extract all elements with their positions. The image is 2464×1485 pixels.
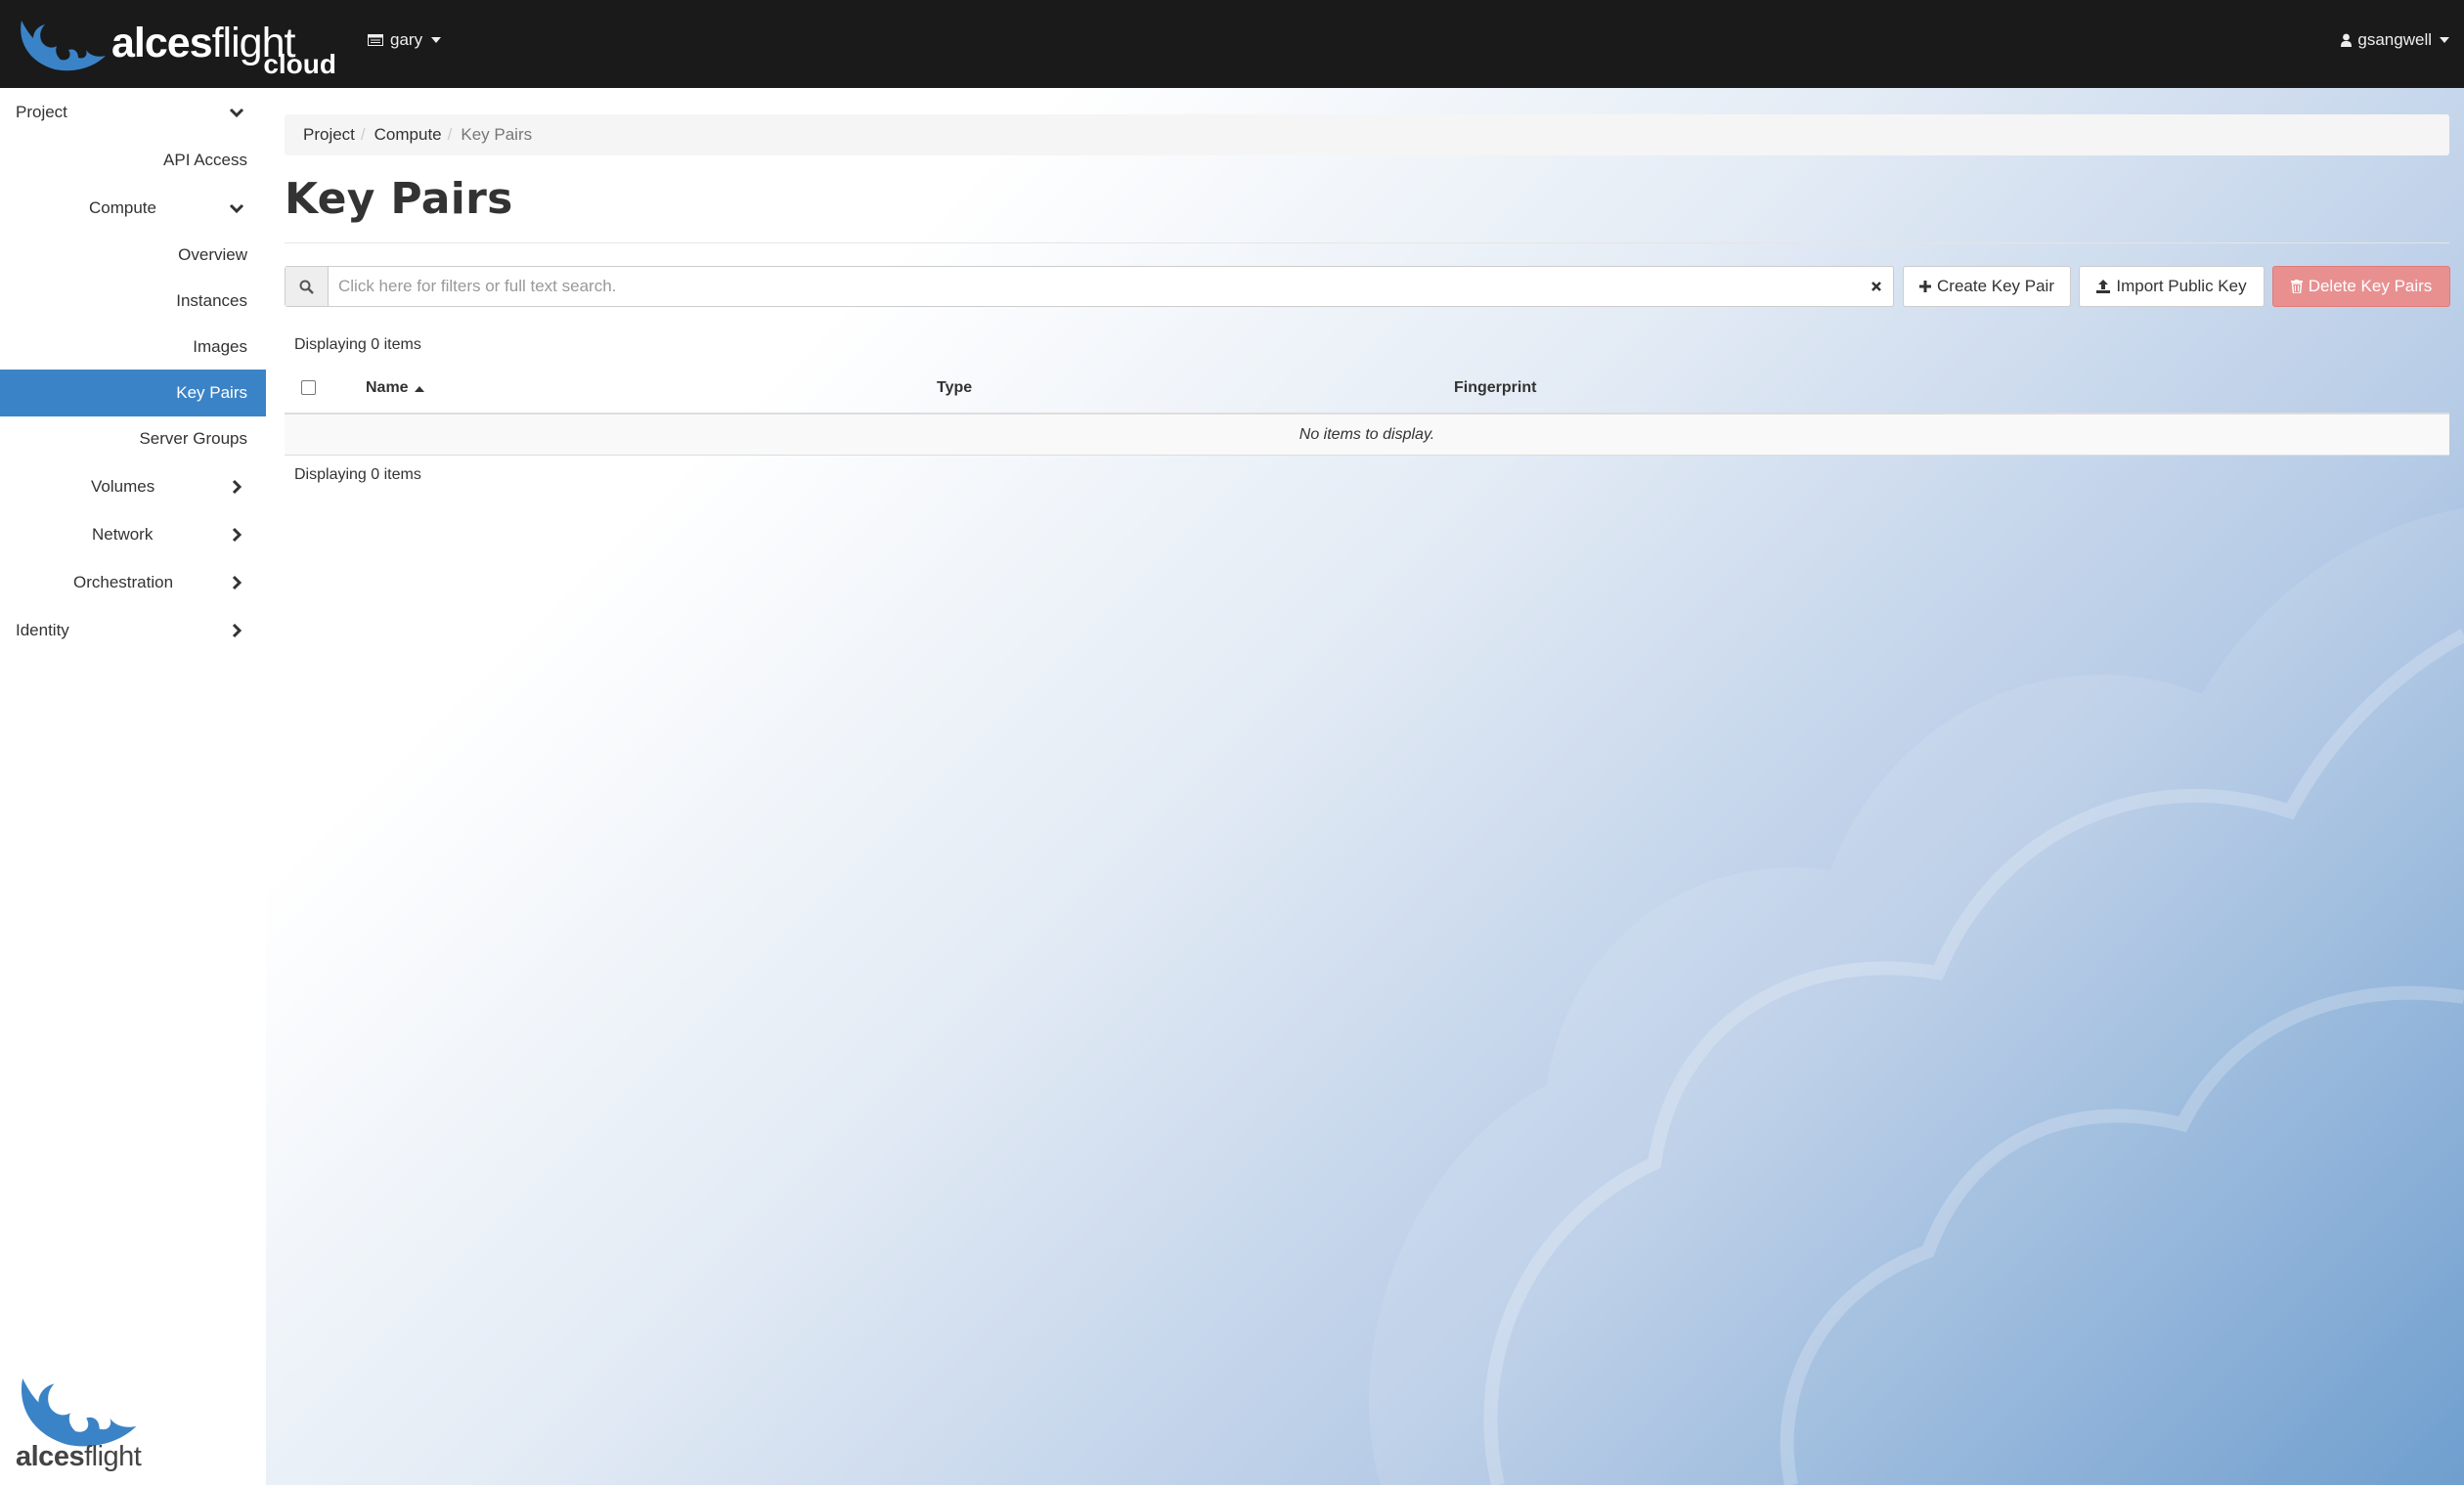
sort-ascending-icon	[414, 385, 424, 392]
page-title: Key Pairs	[285, 174, 513, 224]
window-icon	[368, 34, 383, 46]
sidebar-item-label: Project	[16, 103, 67, 121]
item-count: Displaying 0 items	[294, 336, 421, 353]
brand-wordmark: alcesflight cloud	[111, 20, 336, 79]
search-icon	[299, 280, 314, 294]
column-header-fingerprint[interactable]: Fingerprint	[1454, 379, 1536, 397]
chevron-right-icon	[232, 479, 242, 495]
sidebar-item-instances[interactable]: Instances	[0, 278, 266, 325]
create-key-pair-label: Create Key Pair	[1937, 277, 2054, 295]
sidebar-item-network[interactable]: Network	[0, 511, 266, 558]
chevron-right-icon	[232, 623, 242, 638]
breadcrumb-separator: /	[447, 125, 453, 144]
sidebar-item-compute[interactable]: Compute	[0, 185, 266, 232]
item-count-footer: Displaying 0 items	[294, 466, 421, 483]
sidebar-item-label: Volumes	[91, 477, 155, 496]
project-name: gary	[390, 30, 423, 49]
brand-logo[interactable]: alcesflight cloud	[16, 10, 336, 79]
user-dropdown[interactable]: gsangwell	[2341, 30, 2449, 50]
sidebar-item-key-pairs[interactable]: Key Pairs	[0, 370, 266, 416]
column-header-type[interactable]: Type	[937, 379, 972, 397]
sidebar-item-label: Orchestration	[73, 573, 174, 591]
delete-key-pairs-button[interactable]: Delete Key Pairs	[2272, 266, 2450, 307]
select-all-checkbox[interactable]	[301, 380, 316, 395]
empty-table-message: No items to display.	[285, 415, 2449, 456]
sidebar-item-label: Compute	[89, 198, 156, 217]
breadcrumb: Project / Compute / Key Pairs	[285, 114, 2449, 155]
close-icon	[1871, 282, 1881, 291]
title-divider	[285, 242, 2449, 243]
search-input[interactable]	[329, 267, 1860, 306]
caret-down-icon	[2440, 37, 2449, 43]
footer-wordmark: alcesflight	[16, 1441, 142, 1472]
sidebar-item-label: Instances	[176, 291, 247, 310]
sidebar-item-label: Network	[92, 525, 154, 544]
sidebar-item-images[interactable]: Images	[0, 324, 266, 371]
chevron-right-icon	[232, 527, 242, 543]
chevron-down-icon	[229, 203, 244, 214]
breadcrumb-separator: /	[360, 125, 366, 144]
project-dropdown[interactable]: gary	[368, 30, 442, 50]
antler-logo-icon	[21, 21, 106, 71]
sidebar-item-overview[interactable]: Overview	[0, 232, 266, 279]
chevron-down-icon	[229, 108, 244, 118]
sidebar: Project API Access Compute Overview Inst…	[0, 88, 266, 1485]
sidebar-item-label: Key Pairs	[176, 383, 247, 402]
trash-icon	[2290, 280, 2303, 293]
import-public-key-label: Import Public Key	[2116, 277, 2247, 295]
sidebar-item-label: Overview	[178, 245, 247, 264]
clear-search-button[interactable]	[1860, 267, 1893, 306]
top-navbar: alcesflight cloud gary gsangwell	[0, 0, 2464, 88]
import-public-key-button[interactable]: Import Public Key	[2079, 266, 2265, 307]
upload-icon	[2096, 280, 2111, 293]
chevron-right-icon	[232, 575, 242, 590]
sidebar-item-orchestration[interactable]: Orchestration	[0, 559, 266, 606]
delete-key-pairs-label: Delete Key Pairs	[2308, 277, 2433, 295]
plus-icon	[1919, 281, 1931, 292]
caret-down-icon	[431, 37, 442, 43]
user-icon	[2341, 33, 2353, 47]
breadcrumb-project[interactable]: Project	[303, 125, 355, 145]
sidebar-item-label: Identity	[16, 621, 69, 639]
sidebar-item-label: Images	[193, 337, 247, 356]
sidebar-item-label: Server Groups	[139, 429, 247, 448]
sidebar-item-label: API Access	[163, 151, 247, 169]
create-key-pair-button[interactable]: Create Key Pair	[1903, 266, 2071, 307]
column-header-name[interactable]: Name	[366, 379, 424, 397]
search-bar	[285, 266, 1894, 307]
sidebar-item-volumes[interactable]: Volumes	[0, 463, 266, 510]
sidebar-item-api-access[interactable]: API Access	[0, 137, 266, 184]
user-name: gsangwell	[2357, 30, 2432, 49]
sidebar-item-identity[interactable]: Identity	[0, 607, 266, 654]
sidebar-item-server-groups[interactable]: Server Groups	[0, 415, 266, 462]
breadcrumb-compute[interactable]: Compute	[374, 125, 442, 145]
search-button[interactable]	[286, 267, 329, 306]
sidebar-item-project[interactable]: Project	[0, 89, 266, 136]
breadcrumb-key-pairs: Key Pairs	[461, 125, 533, 144]
